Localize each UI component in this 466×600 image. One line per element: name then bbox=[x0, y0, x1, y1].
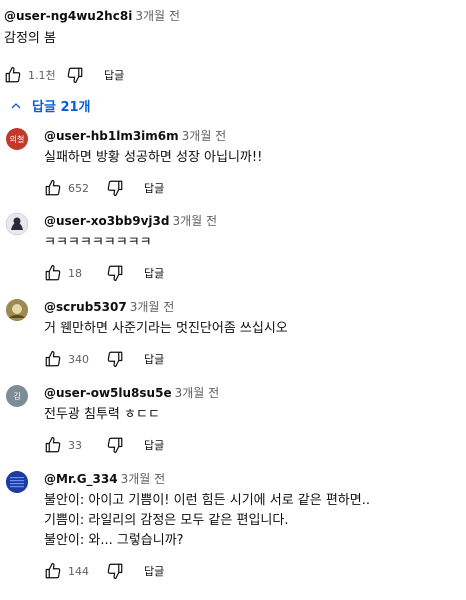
reply-button[interactable]: 답글 bbox=[144, 265, 164, 281]
dislike-button[interactable] bbox=[106, 350, 124, 368]
like-button[interactable] bbox=[44, 350, 62, 368]
like-count: 144 bbox=[68, 564, 89, 578]
reply-text-line: 불안이: 아이고 기쁨이! 이런 힘든 시기에 서로 같은 편하면.. bbox=[44, 493, 370, 508]
reply-button[interactable]: 답글 bbox=[104, 67, 124, 83]
thumbs-down-icon bbox=[107, 180, 123, 197]
thumbs-up-icon bbox=[45, 436, 61, 453]
replies-toggle-label: 답글 21개 bbox=[32, 100, 91, 115]
dislike-button[interactable] bbox=[106, 436, 124, 454]
comment-time[interactable]: 3개월 전 bbox=[135, 9, 180, 23]
reply-text: 전두광 침투력 ㅎㄷㄷ bbox=[44, 405, 454, 425]
avatar-text: 김 bbox=[13, 391, 21, 401]
reply-author[interactable]: @user-ow5lu8su5e bbox=[44, 386, 172, 400]
thumbs-down-icon bbox=[107, 351, 123, 368]
reply-text-line: 전두광 침투력 ㅎㄷㄷ bbox=[44, 407, 160, 422]
avatar-image-icon bbox=[6, 471, 28, 493]
reply-time[interactable]: 3개월 전 bbox=[130, 300, 175, 314]
avatar[interactable]: 의철 bbox=[6, 128, 28, 150]
thumbs-up-icon bbox=[45, 350, 61, 367]
reply-text: 거 웬만하면 사준기라는 멋진단어좀 쓰십시오 bbox=[44, 319, 454, 339]
like-button[interactable] bbox=[44, 562, 62, 580]
reply-text-line: ㅋㅋㅋㅋㅋㅋㅋㅋㅋ bbox=[44, 235, 152, 250]
avatar-image-icon bbox=[6, 213, 28, 235]
reply-button[interactable]: 답글 bbox=[144, 563, 164, 579]
thumbs-up-icon bbox=[45, 179, 61, 196]
reply-time[interactable]: 3개월 전 bbox=[182, 129, 227, 143]
like-button[interactable] bbox=[4, 66, 22, 84]
like-count: 1.1천 bbox=[28, 69, 56, 82]
avatar-text: 의철 bbox=[9, 134, 25, 144]
reply-actions: 33 답글 bbox=[44, 433, 454, 457]
like-count: 33 bbox=[68, 438, 82, 452]
avatar[interactable] bbox=[6, 213, 28, 235]
avatar-image-icon bbox=[6, 299, 28, 321]
reply-text-line: 기쁨이: 라일리의 감정은 모두 같은 편입니다. bbox=[44, 513, 289, 528]
like-count: 652 bbox=[68, 181, 89, 195]
reply-text: 실패하면 방황 성공하면 성장 아닙니까!! bbox=[44, 148, 454, 168]
thumbs-down-icon bbox=[107, 265, 123, 282]
reply-actions: 18 답글 bbox=[44, 261, 454, 285]
thumbs-down-icon bbox=[107, 437, 123, 454]
comment-text: 감정의 봄 bbox=[4, 31, 56, 46]
thumbs-up-icon bbox=[5, 66, 21, 83]
thumbs-down-icon bbox=[107, 563, 123, 580]
reply-author[interactable]: @Mr.G_334 bbox=[44, 472, 118, 486]
thumbs-up-icon bbox=[45, 562, 61, 579]
avatar[interactable] bbox=[6, 299, 28, 321]
reply-time[interactable]: 3개월 전 bbox=[121, 472, 166, 486]
reply-time[interactable]: 3개월 전 bbox=[175, 386, 220, 400]
dislike-button[interactable] bbox=[106, 264, 124, 282]
replies-toggle[interactable]: 답글 21개 bbox=[10, 96, 91, 115]
like-count: 18 bbox=[68, 266, 82, 280]
thumbs-up-icon bbox=[45, 264, 61, 281]
reply-actions: 144 답글 bbox=[44, 559, 454, 583]
like-count: 340 bbox=[68, 352, 89, 366]
avatar[interactable]: 김 bbox=[6, 385, 28, 407]
chevron-up-icon bbox=[10, 100, 22, 112]
reply-text-line: 거 웬만하면 사준기라는 멋진단어좀 쓰십시오 bbox=[44, 321, 288, 336]
reply-text-line: 불안이: 와... 그렇습니까? bbox=[44, 533, 184, 548]
reply-author[interactable]: @scrub5307 bbox=[44, 300, 127, 314]
comment-author[interactable]: @user-ng4wu2hc8i bbox=[4, 9, 132, 23]
avatar[interactable] bbox=[6, 471, 28, 493]
reply-actions: 340 답글 bbox=[44, 347, 454, 371]
reply-actions: 652 답글 bbox=[44, 176, 454, 200]
thumbs-down-icon bbox=[67, 67, 83, 84]
comment-actions: 1.1천 답글 bbox=[4, 63, 460, 87]
like-button[interactable] bbox=[44, 264, 62, 282]
reply-text-line: 실패하면 방황 성공하면 성장 아닙니까!! bbox=[44, 150, 263, 165]
reply-author[interactable]: @user-xo3bb9vj3d bbox=[44, 214, 169, 228]
reply-text: 불안이: 아이고 기쁨이! 이런 힘든 시기에 서로 같은 편하면.. 기쁨이:… bbox=[44, 491, 454, 551]
like-button[interactable] bbox=[44, 436, 62, 454]
reply-button[interactable]: 답글 bbox=[144, 437, 164, 453]
like-button[interactable] bbox=[44, 179, 62, 197]
reply-text: ㅋㅋㅋㅋㅋㅋㅋㅋㅋ bbox=[44, 233, 454, 253]
dislike-button[interactable] bbox=[106, 179, 124, 197]
dislike-button[interactable] bbox=[106, 562, 124, 580]
top-comment: @user-ng4wu2hc8i 3개월 전 감정의 봄 1.1천 답글 bbox=[4, 8, 460, 87]
comment-meta: @user-ng4wu2hc8i 3개월 전 bbox=[4, 8, 460, 24]
reply-button[interactable]: 답글 bbox=[144, 180, 164, 196]
reply-button[interactable]: 답글 bbox=[144, 351, 164, 367]
reply-time[interactable]: 3개월 전 bbox=[172, 214, 217, 228]
reply-author[interactable]: @user-hb1lm3im6m bbox=[44, 129, 179, 143]
dislike-button[interactable] bbox=[66, 66, 84, 84]
